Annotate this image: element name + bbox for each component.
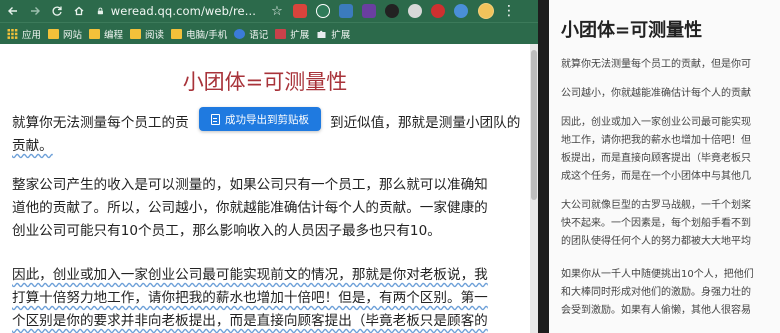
browser-toolbar: weread.qq.com/web/re... ☆ ⋮ [0,0,538,22]
paragraph-line: 创业公司可能只有10个员工，那么影响收入的人员因子最多也只有10。 [12,223,441,239]
preview-line: 大公司就像巨型的古罗马战舰，一千个划桨 [561,200,751,211]
forward-arrow-icon[interactable] [26,2,44,20]
extension-shield-icon[interactable] [316,4,330,18]
apps-grid-icon [7,28,18,39]
bookmark-star-icon[interactable]: ☆ [270,4,284,19]
bookmark-extension-1[interactable]: 扩展 [275,27,309,41]
paragraph-line: 到近似值，那就是测量小团队的 [330,115,521,131]
bookmark-folder-computer-phone[interactable]: 电脑/手机 [171,27,227,41]
home-icon[interactable] [70,2,88,20]
bookmark-folder-reading[interactable]: 阅读 [130,27,164,41]
bookmark-folder-programming[interactable]: 编程 [89,27,123,41]
extension-blue-icon[interactable] [339,4,353,18]
preview-line: 公司越小，你就越能准确估计每个人的贡献 [561,88,751,99]
preview-line: 快不起来。一个因素是，每个划船手看不到 [561,218,751,229]
paragraph-line: 贡献。 [12,138,53,154]
bookmark-label: 语记 [249,29,269,41]
export-toast-label: 成功导出到剪贴板 [225,113,309,126]
paragraph-line: 道他的贡献了。所以，公司越小，你就越能准确估计每个人的贡献。一家健康的 [12,200,488,216]
profile-avatar[interactable] [478,3,494,19]
folder-icon [130,28,142,39]
bookmark-yuji[interactable]: 语记 [234,27,268,41]
paragraph-line: 个区别是你的要求并非向老板提出，而是直接向顾客提出（毕竟老板只是顾客的 [12,313,488,329]
preview-line: 因此，创业或加入一家创业公司最可能实现 [561,117,751,128]
preview-line: 如果你从一千人中随便挑出10个人，把他们 [561,269,754,280]
article-title: 小团体=可测量性 [182,70,348,94]
browser-window: weread.qq.com/web/re... ☆ ⋮ 应用 网站 编程 阅读 [0,0,538,333]
preview-line: 地工作，请你把我的薪水也增加十倍吧！但 [561,135,751,146]
reload-icon[interactable] [48,2,66,20]
extension-red-icon[interactable] [293,4,307,18]
bookmark-folder-website[interactable]: 网站 [48,27,82,41]
preview-line: 的团队使得任何个人的努力都被大大地平均 [561,236,751,247]
bookmark-label: 应用 [22,29,42,41]
extension-dark-icon[interactable] [385,4,399,18]
extension-red-circle-icon[interactable] [431,4,445,18]
paragraph: 整家公司产生的收入是可以测量的，如果公司只有一个员工，那么就可以准确知 道他的贡… [12,174,522,243]
address-bar[interactable]: weread.qq.com/web/re... [96,3,256,19]
bookmark-label: 阅读 [145,29,165,41]
reader-page: 小团体=可测量性 就算你无法测量每个员工的贡 到近似值，那就是测量小团队的 贡献… [0,44,530,333]
bookmark-extension-2[interactable]: 扩展 [316,27,350,41]
puzzle-icon [317,30,326,38]
preview-line: 和大棒同时形成对他们的激励。身强力壮的 [561,287,751,298]
bookmark-label: 扩展 [290,29,310,41]
folder-icon [48,28,60,39]
extension-gray-icon[interactable] [408,4,422,18]
extension-app-icon [275,28,287,39]
clipboard-preview-panel: 小团体=可测量性 就算你无法测量每个员工的贡献，但是你可 公司越小，你就越能准确… [549,0,780,333]
preview-title: 小团体=可测量性 [561,20,703,41]
preview-line: 成这个任务，而是在一个小团体中与其他几 [561,171,751,182]
paragraph: 因此，创业或加入一家创业公司最可能实现前文的情况，那就是你对老板说，我 打算十倍… [12,264,522,333]
preview-line: 会受到激励。如果有人偷懒，其他人很容易 [561,305,751,316]
export-success-toast[interactable]: 成功导出到剪贴板 [199,107,321,131]
clipboard-icon [211,113,220,125]
bookmark-label: 扩展 [331,29,351,41]
window-divider [538,0,549,333]
folder-icon [171,28,183,39]
back-arrow-icon[interactable] [4,2,22,20]
bookmark-apps[interactable]: 应用 [7,27,41,41]
bookmark-label: 编程 [104,29,124,41]
preview-line: 就算你无法测量每个员工的贡献，但是你可 [561,59,751,70]
paragraph-line: 因此，创业或加入一家创业公司最可能实现前文的情况，那就是你对老板说，我 [12,267,488,283]
note-app-icon [234,28,246,39]
paragraph-line: 打算十倍努力地工作，请你把我的薪水也增加十倍吧！但是，有两个区别。第一 [12,290,488,306]
folder-icon [89,28,101,39]
scrollbar[interactable] [530,44,538,333]
extension-purple-icon[interactable] [362,4,376,18]
extension-globe-icon[interactable] [454,4,468,18]
bookmarks-bar: 应用 网站 编程 阅读 电脑/手机 语记 扩展 扩展 [0,22,538,44]
url-text: weread.qq.com/web/re... [110,4,256,18]
scrollbar-thumb[interactable] [531,50,537,200]
menu-dots-icon[interactable]: ⋮ [502,4,516,18]
lock-icon [97,7,103,15]
paragraph-line: 整家公司产生的收入是可以测量的，如果公司只有一个员工，那么就可以准确知 [12,177,488,193]
bookmark-label: 电脑/手机 [186,29,228,41]
bookmark-label: 网站 [63,29,83,41]
preview-line: 板提出，而是直接向顾客提出（毕竟老板只 [561,153,751,164]
